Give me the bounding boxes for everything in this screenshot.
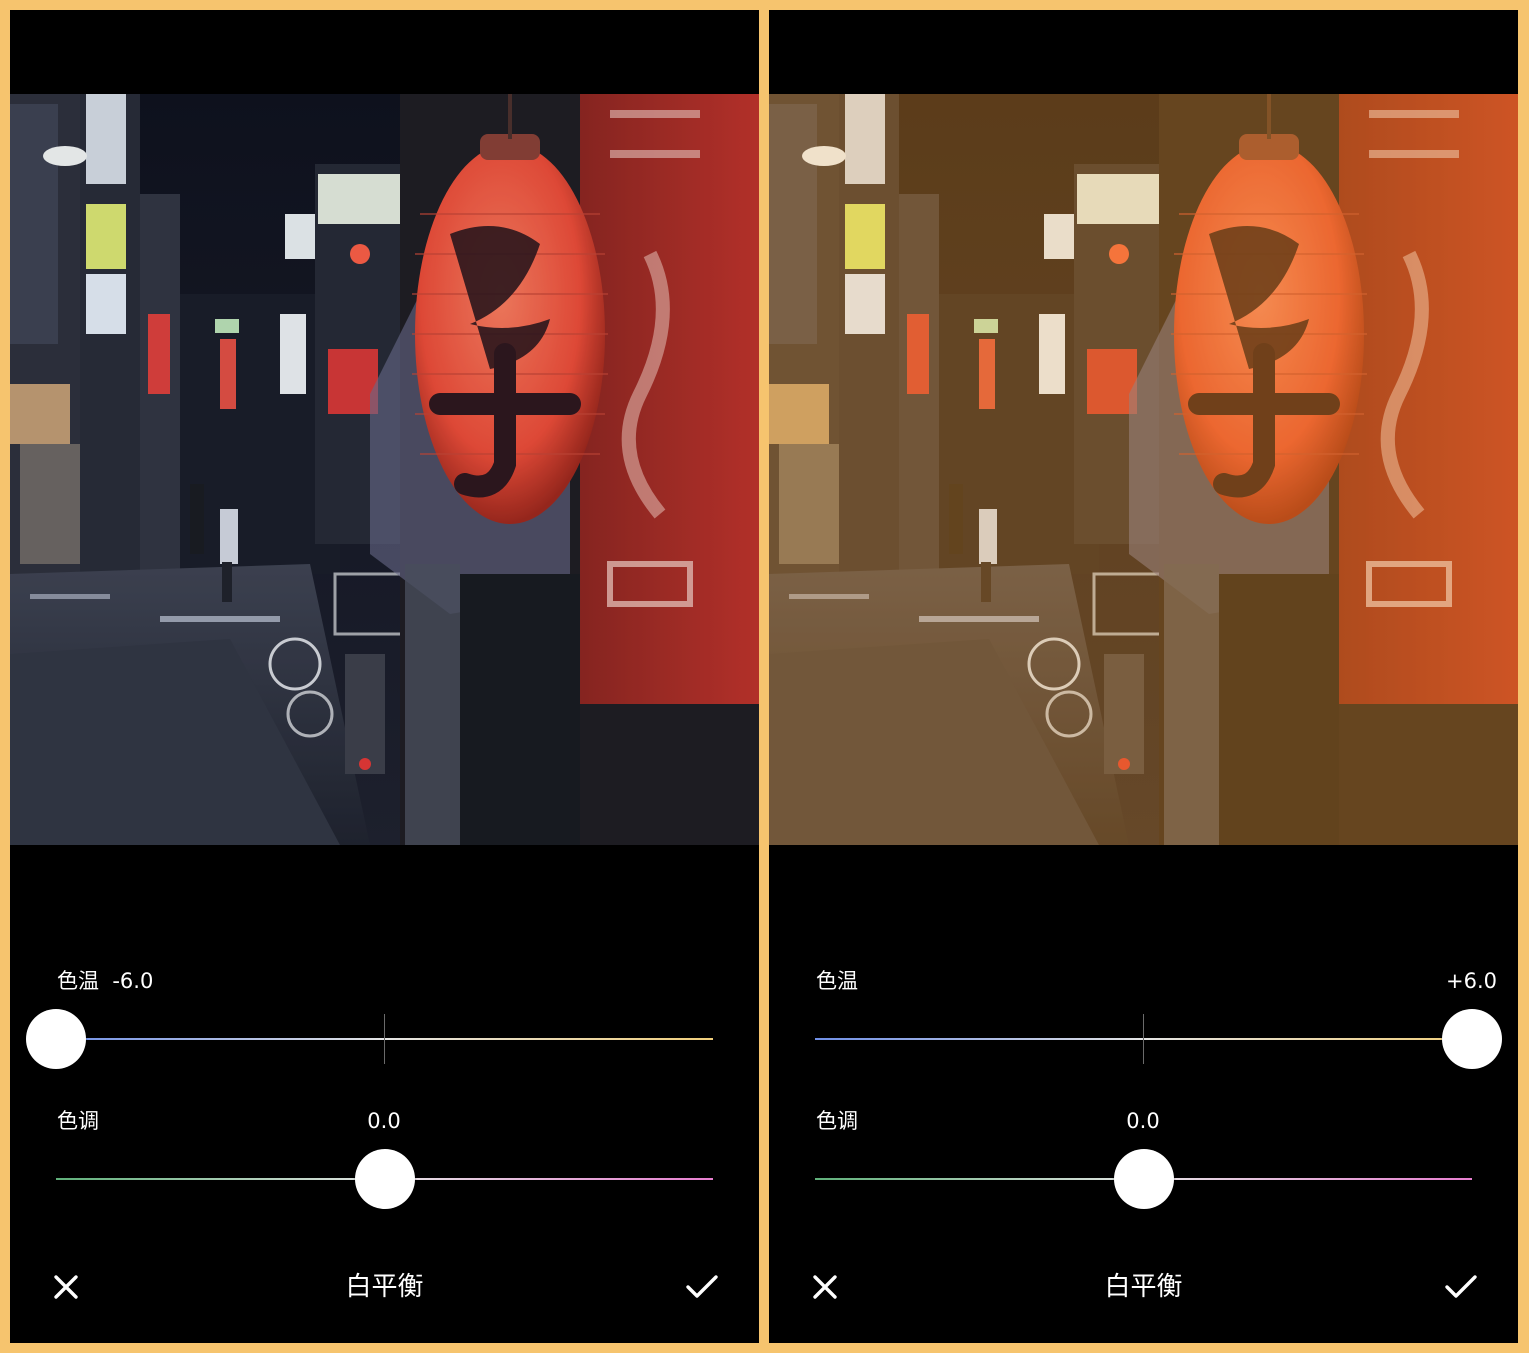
editor-panel-left: 色温 -6.0 色调 0.0 白平衡: [10, 10, 759, 1343]
photo-preview: [769, 94, 1518, 845]
temperature-slider-knob[interactable]: [26, 1009, 86, 1069]
tint-slider-knob[interactable]: [1114, 1149, 1174, 1209]
temperature-label: 色温 -6.0: [57, 969, 154, 993]
temperature-slider-knob[interactable]: [1442, 1009, 1502, 1069]
tint-label: 色调: [816, 1109, 858, 1133]
temperature-label: 色温: [816, 969, 858, 993]
white-balance-title: 白平衡: [345, 1272, 424, 1302]
checkmark-icon: [686, 1275, 718, 1298]
editor-panel-right: 色温 +6.0 色调 0.0 白平衡: [769, 10, 1518, 1343]
temperature-center-tick: [1143, 1014, 1144, 1064]
tint-value: 0.0: [1126, 1109, 1160, 1133]
temperature-value: -6.0: [112, 969, 154, 993]
tint-slider-knob[interactable]: [355, 1149, 415, 1209]
temperature-value: +6.0: [1446, 969, 1497, 993]
confirm-button[interactable]: [682, 1267, 722, 1307]
tint-label: 色调: [57, 1109, 99, 1133]
temperature-center-tick: [384, 1014, 385, 1064]
tint-value: 0.0: [367, 1109, 401, 1133]
street-photo-image: [769, 94, 1518, 845]
checkmark-icon: [1445, 1275, 1477, 1298]
white-balance-title: 白平衡: [1104, 1272, 1183, 1302]
photo-preview: [10, 94, 759, 845]
confirm-button[interactable]: [1441, 1267, 1481, 1307]
street-photo-image: [10, 94, 759, 845]
